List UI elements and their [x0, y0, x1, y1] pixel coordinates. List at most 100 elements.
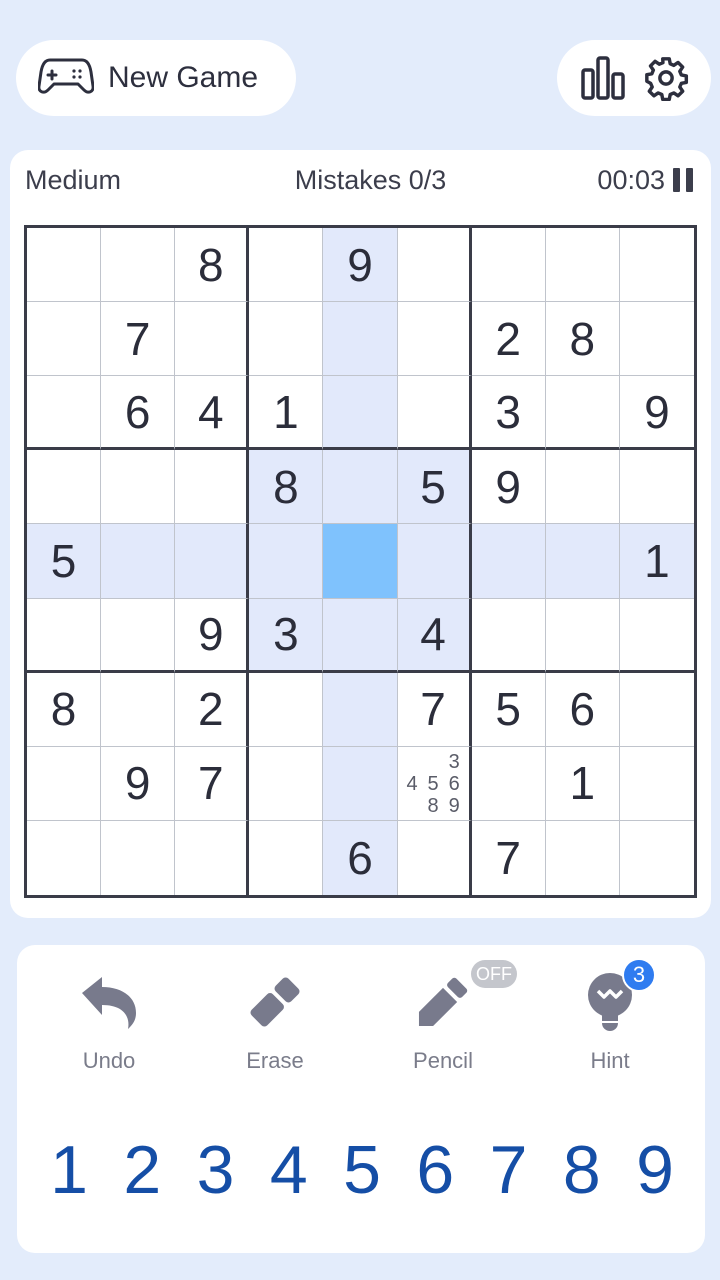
grid-cell[interactable]: [619, 228, 694, 303]
pencil-button[interactable]: OFF Pencil: [378, 960, 517, 1080]
grid-cell[interactable]: [397, 524, 472, 599]
grid-cell[interactable]: [27, 820, 102, 895]
grid-cell[interactable]: 1: [545, 746, 620, 821]
numpad-key-2[interactable]: 2: [106, 1130, 178, 1210]
grid-cell[interactable]: [323, 598, 398, 673]
erase-button[interactable]: Erase: [210, 970, 340, 1080]
grid-cell[interactable]: [397, 820, 472, 895]
numpad-key-5[interactable]: 5: [326, 1130, 398, 1210]
grid-cell[interactable]: 7: [397, 672, 472, 747]
selected-cell[interactable]: [323, 524, 398, 599]
grid-cell[interactable]: 9: [471, 450, 546, 525]
grid-cell[interactable]: [249, 820, 324, 895]
grid-cell[interactable]: 3: [471, 376, 546, 451]
grid-cell[interactable]: [323, 450, 398, 525]
grid-cell[interactable]: 5: [27, 524, 102, 599]
grid-cell[interactable]: [323, 302, 398, 377]
grid-cell[interactable]: [101, 228, 176, 303]
grid-cell[interactable]: [619, 302, 694, 377]
grid-cell[interactable]: 8: [27, 672, 102, 747]
grid-cell[interactable]: 7: [175, 746, 250, 821]
numpad-key-6[interactable]: 6: [399, 1130, 471, 1210]
grid-cell[interactable]: 5: [471, 672, 546, 747]
grid-cell[interactable]: 4: [397, 598, 472, 673]
grid-cell[interactable]: 9: [101, 746, 176, 821]
cell-value: 8: [273, 460, 299, 513]
grid-cell[interactable]: [471, 228, 546, 303]
grid-cell[interactable]: [27, 746, 102, 821]
grid-cell[interactable]: 8: [249, 450, 324, 525]
grid-cell[interactable]: 1: [619, 524, 694, 599]
stats-button[interactable]: [579, 54, 627, 102]
grid-cell[interactable]: [175, 820, 250, 895]
grid-cell[interactable]: [397, 228, 472, 303]
grid-cell[interactable]: [175, 450, 250, 525]
grid-cell[interactable]: [545, 450, 620, 525]
grid-cell[interactable]: [619, 746, 694, 821]
grid-cell[interactable]: [619, 450, 694, 525]
grid-cell[interactable]: [545, 820, 620, 895]
grid-cell[interactable]: [545, 598, 620, 673]
grid-cell[interactable]: [101, 450, 176, 525]
settings-button[interactable]: [642, 54, 690, 102]
grid-cell[interactable]: 9: [619, 376, 694, 451]
grid-cell[interactable]: [101, 524, 176, 599]
grid-cell[interactable]: [545, 376, 620, 451]
grid-cell[interactable]: [249, 672, 324, 747]
undo-button[interactable]: Undo: [44, 970, 174, 1080]
numpad-key-7[interactable]: 7: [473, 1130, 545, 1210]
pause-button[interactable]: [673, 168, 693, 192]
grid-cell[interactable]: 9: [175, 598, 250, 673]
grid-cell[interactable]: [619, 820, 694, 895]
grid-cell[interactable]: [101, 672, 176, 747]
grid-cell[interactable]: 7: [101, 302, 176, 377]
grid-cell[interactable]: 6: [545, 672, 620, 747]
grid-cell[interactable]: [101, 820, 176, 895]
grid-cell[interactable]: [27, 598, 102, 673]
grid-cell[interactable]: [619, 598, 694, 673]
grid-cell[interactable]: [249, 228, 324, 303]
grid-cell[interactable]: [619, 672, 694, 747]
grid-cell[interactable]: [545, 228, 620, 303]
numpad-key-3[interactable]: 3: [180, 1130, 252, 1210]
grid-cell[interactable]: [27, 450, 102, 525]
grid-cell[interactable]: 6: [101, 376, 176, 451]
grid-cell[interactable]: [545, 524, 620, 599]
grid-cell[interactable]: [249, 746, 324, 821]
grid-cell[interactable]: 9: [323, 228, 398, 303]
grid-cell[interactable]: [249, 524, 324, 599]
grid-cell[interactable]: [323, 746, 398, 821]
grid-cell[interactable]: 8: [175, 228, 250, 303]
hint-button[interactable]: 3 Hint: [545, 958, 675, 1080]
grid-cell[interactable]: 3: [249, 598, 324, 673]
grid-cell[interactable]: [27, 228, 102, 303]
numpad-key-4[interactable]: 4: [253, 1130, 325, 1210]
grid-cell[interactable]: 8: [545, 302, 620, 377]
grid-cell[interactable]: 7: [471, 820, 546, 895]
numpad-key-9[interactable]: 9: [619, 1130, 691, 1210]
grid-cell[interactable]: [471, 746, 546, 821]
grid-cell[interactable]: [27, 376, 102, 451]
grid-cell[interactable]: [175, 524, 250, 599]
grid-cell[interactable]: [27, 302, 102, 377]
new-game-button[interactable]: New Game: [16, 40, 296, 116]
grid-cell[interactable]: 2: [471, 302, 546, 377]
grid-cell[interactable]: 2: [175, 672, 250, 747]
grid-cell[interactable]: [471, 598, 546, 673]
numpad-key-8[interactable]: 8: [546, 1130, 618, 1210]
grid-cell[interactable]: [101, 598, 176, 673]
grid-cell[interactable]: [323, 376, 398, 451]
grid-cell[interactable]: 6: [323, 820, 398, 895]
grid-cell[interactable]: 1: [249, 376, 324, 451]
grid-cell[interactable]: [397, 302, 472, 377]
grid-cell[interactable]: [323, 672, 398, 747]
numpad-key-1[interactable]: 1: [33, 1130, 105, 1210]
grid-cell[interactable]: [175, 302, 250, 377]
grid-cell[interactable]: [397, 376, 472, 451]
grid-cell[interactable]: [471, 524, 546, 599]
cell-value: 5: [495, 683, 521, 736]
grid-cell[interactable]: [249, 302, 324, 377]
grid-cell[interactable]: 3 45689: [397, 746, 472, 821]
grid-cell[interactable]: 5: [397, 450, 472, 525]
grid-cell[interactable]: 4: [175, 376, 250, 451]
